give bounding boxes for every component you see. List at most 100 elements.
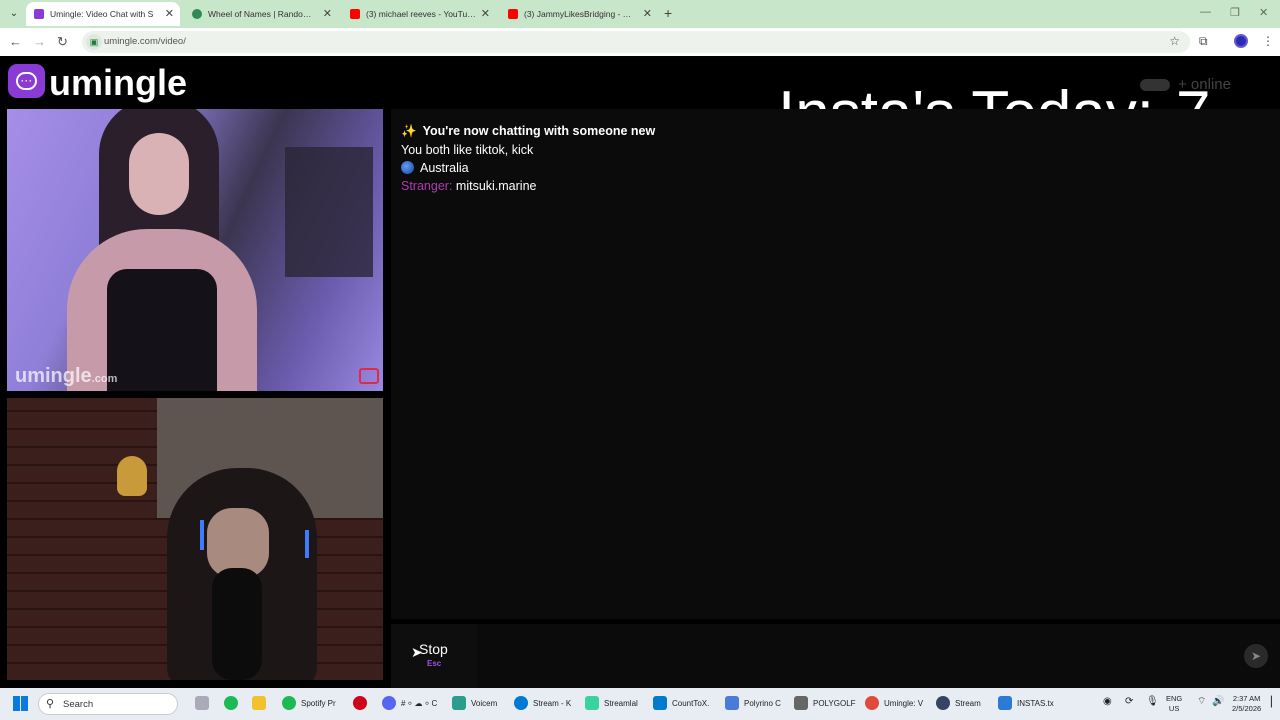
notification-icon[interactable]: ▏ bbox=[1271, 698, 1279, 708]
clock-date: 2/5/2026 bbox=[1232, 704, 1262, 713]
app-icon[interactable] bbox=[224, 696, 243, 710]
send-icon[interactable]: ➤ bbox=[1244, 644, 1268, 668]
wifi-icon[interactable]: ⌔ bbox=[1197, 697, 1206, 707]
microphone bbox=[212, 568, 262, 680]
globe-icon bbox=[401, 161, 414, 174]
bookmark-star-icon[interactable]: ☆ bbox=[1169, 34, 1180, 48]
clock-time: 2:37 AM bbox=[1232, 694, 1261, 703]
stranger-country: Australia bbox=[420, 161, 469, 175]
self-video bbox=[7, 398, 383, 680]
taskbar-app-vscode[interactable]: CountToX. bbox=[653, 696, 709, 710]
reload-icon[interactable]: ↻ bbox=[57, 34, 68, 50]
tab-youtube-jammy[interactable]: (3) JammyLikesBridging - YouTu ✕ bbox=[500, 2, 658, 26]
youtube-favicon-icon bbox=[508, 9, 518, 19]
tab-umingle[interactable]: Umingle: Video Chat with S ✕ bbox=[26, 2, 180, 26]
search-label: Search bbox=[63, 699, 94, 710]
message-text: mitsuki.marine bbox=[455, 179, 537, 193]
file-explorer-icon[interactable] bbox=[252, 696, 271, 710]
search-icon: ⚲ bbox=[46, 698, 55, 710]
stop-button[interactable]: ➤ Stop Esc bbox=[391, 624, 477, 688]
close-tab-icon[interactable]: ✕ bbox=[481, 7, 490, 20]
stranger-top bbox=[107, 269, 217, 391]
spotify-icon bbox=[282, 696, 296, 710]
streamlabs-icon bbox=[585, 696, 599, 710]
lang-top: ENG bbox=[1166, 694, 1183, 703]
sync-tray-icon[interactable]: ⟳ bbox=[1125, 697, 1133, 707]
tab-search-icon[interactable]: ⌄ bbox=[6, 6, 22, 22]
umingle-favicon-icon bbox=[34, 9, 44, 19]
sparkle-icon: ✨ bbox=[401, 124, 417, 138]
windows-start-icon[interactable] bbox=[13, 696, 28, 711]
close-window-icon[interactable]: ✕ bbox=[1259, 6, 1268, 19]
chrome-menu-icon[interactable]: ⋮ bbox=[1262, 34, 1274, 48]
new-tab-icon[interactable]: + bbox=[664, 5, 672, 21]
tab-title: (3) JammyLikesBridging - YouTu bbox=[524, 9, 634, 19]
taskbar-app-edge[interactable]: Stream - K bbox=[514, 696, 571, 710]
taskbar-app-chrome[interactable]: Umingle: V bbox=[865, 696, 923, 710]
watermark-text: umingle bbox=[15, 365, 92, 387]
app-label: POLYGOLF bbox=[813, 698, 856, 708]
app-label: Voicem bbox=[471, 698, 498, 708]
camera-indicator-icon[interactable]: ▣ bbox=[86, 34, 102, 50]
youtube-favicon-icon bbox=[350, 9, 360, 19]
chrome-icon bbox=[865, 696, 879, 710]
app-label: Spotify Pr bbox=[301, 698, 336, 708]
minimize-icon[interactable]: — bbox=[1200, 6, 1211, 18]
taskbar-app-notepad-instas[interactable]: INSTAS.tx bbox=[998, 696, 1054, 710]
forward-icon[interactable]: → bbox=[33, 34, 46, 49]
stranger-face bbox=[129, 133, 189, 215]
message-input[interactable]: ➤ bbox=[483, 624, 1280, 688]
taskbar-app-stream[interactable]: Stream bbox=[936, 696, 981, 710]
umingle-page: ··· umingle + online Insta's Today:7 umi… bbox=[0, 56, 1280, 688]
taskbar-app-voicemod[interactable]: Voicem bbox=[452, 696, 497, 710]
close-tab-icon[interactable]: ✕ bbox=[643, 7, 652, 20]
taskbar-app-pen[interactable]: Polyrino C bbox=[725, 696, 781, 710]
stop-shortcut: Esc bbox=[427, 659, 442, 668]
extensions-icon[interactable]: ⧉ bbox=[1199, 34, 1208, 49]
language-indicator[interactable]: ENG US bbox=[1166, 694, 1182, 714]
vscode-icon bbox=[653, 696, 667, 710]
task-view-icon[interactable] bbox=[195, 696, 214, 710]
chat-status-line: ✨ You're now chatting with someone new bbox=[401, 124, 655, 139]
dots-icon: ··· bbox=[21, 76, 33, 86]
windows-taskbar: ⚲ Search Spotify Pr # ⸰ ☁ ⸰ C Voicem Str… bbox=[0, 688, 1280, 720]
app-label: Polyrino C bbox=[744, 698, 781, 708]
brand-name[interactable]: umingle bbox=[49, 62, 187, 104]
umingle-logo-icon[interactable]: ··· bbox=[8, 64, 45, 98]
address-bar[interactable]: ▣ umingle.com/video/ ☆ bbox=[82, 31, 1190, 53]
photo-wall bbox=[285, 147, 373, 277]
tab-wheel-of-names[interactable]: Wheel of Names | Random nam ✕ bbox=[184, 2, 338, 26]
app-label: Umingle: V bbox=[884, 698, 924, 708]
chat-message: Stranger: mitsuki.marine bbox=[401, 179, 536, 193]
opera-icon[interactable] bbox=[353, 696, 372, 710]
discord-icon bbox=[382, 696, 396, 710]
url-text[interactable]: umingle.com/video/ bbox=[104, 36, 186, 47]
taskbar-app-notepad[interactable]: POLYGOLF bbox=[794, 696, 856, 710]
close-tab-icon[interactable]: ✕ bbox=[323, 7, 332, 20]
close-tab-icon[interactable]: ✕ bbox=[165, 7, 174, 20]
microphone-tray-icon[interactable]: 🎙 bbox=[1146, 697, 1159, 707]
taskbar-app-spotify[interactable]: Spotify Pr bbox=[282, 696, 336, 710]
lang-bottom: US bbox=[1168, 704, 1180, 713]
notepad-icon bbox=[998, 696, 1012, 710]
profile-avatar[interactable] bbox=[1234, 34, 1248, 48]
tab-youtube-michael-reeves[interactable]: (3) michael reeves - YouTube ✕ bbox=[342, 2, 496, 26]
folder-icon bbox=[252, 696, 266, 710]
tab-strip: ⌄ Umingle: Video Chat with S ✕ Wheel of … bbox=[0, 0, 1280, 28]
app-label: CountToX. bbox=[672, 698, 710, 708]
task-view-glyph bbox=[195, 696, 209, 710]
maximize-icon[interactable]: ❐ bbox=[1230, 6, 1240, 19]
clock[interactable]: 2:37 AM 2/5/2026 bbox=[1232, 694, 1261, 714]
stranger-video: umingle.com bbox=[7, 109, 383, 391]
taskbar-search[interactable]: ⚲ Search bbox=[38, 693, 178, 715]
tab-title: (3) michael reeves - YouTube bbox=[366, 9, 476, 19]
taskbar-app-discord[interactable]: # ⸰ ☁ ⸰ C bbox=[382, 696, 437, 710]
volume-icon[interactable]: 🔊 bbox=[1212, 697, 1224, 707]
vase bbox=[117, 456, 147, 496]
taskbar-app-streamlabs[interactable]: Streamlal bbox=[585, 696, 638, 710]
app-label: INSTAS.tx bbox=[1017, 698, 1054, 708]
report-flag-icon[interactable] bbox=[359, 368, 379, 384]
discord-tray-icon[interactable]: ◉ bbox=[1103, 697, 1112, 707]
back-icon[interactable]: ← bbox=[9, 34, 22, 49]
common-interests: You both like tiktok, kick bbox=[401, 143, 534, 157]
